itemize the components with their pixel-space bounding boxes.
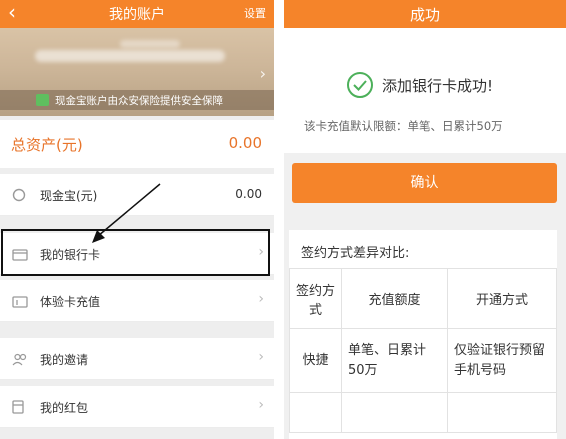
table-header: 签约方式: [289, 268, 342, 329]
pointer-arrow-icon: [92, 183, 161, 243]
page-title: 成功: [409, 6, 440, 24]
table-cell: [447, 392, 557, 433]
table-header: 充值额度: [341, 268, 448, 329]
table-cell: [289, 392, 342, 433]
confirm-button[interactable]: 确认: [292, 163, 557, 203]
table-cell: 单笔、日累计50万: [341, 328, 448, 393]
table-header: 开通方式: [447, 268, 557, 329]
table-cell: 仅验证银行预留手机号码: [447, 328, 557, 393]
table-header-row: 签约方式 充值额度 开通方式: [289, 268, 557, 329]
table-row: [289, 392, 557, 433]
account-screen: ‹ 我的账户 设置 › 现金宝账户由众安保险提供安全保障 总资产(元) 0.00…: [0, 0, 274, 439]
success-header: 成功: [284, 0, 566, 28]
success-card: 添加银行卡成功! 该卡充值默认限额：单笔、日累计50万: [284, 28, 566, 153]
compare-table: 签约方式 充值额度 开通方式 快捷 单笔、日累计50万 仅验证银行预留手机号码: [289, 268, 557, 433]
compare-panel: 签约方式差异对比: 签约方式 充值额度 开通方式 快捷 单笔、日累计50万 仅验…: [289, 230, 557, 439]
check-circle-icon: [347, 72, 373, 98]
success-message: 添加银行卡成功!: [382, 77, 494, 95]
table-cell: [341, 392, 448, 433]
limit-note: 该卡充值默认限额：单笔、日累计50万: [304, 119, 503, 133]
compare-title: 签约方式差异对比:: [301, 246, 410, 261]
table-cell: 快捷: [289, 328, 342, 393]
success-screen: 成功 添加银行卡成功! 该卡充值默认限额：单笔、日累计50万 确认 签约方式差异…: [284, 0, 566, 439]
table-row: 快捷 单笔、日累计50万 仅验证银行预留手机号码: [289, 328, 557, 393]
